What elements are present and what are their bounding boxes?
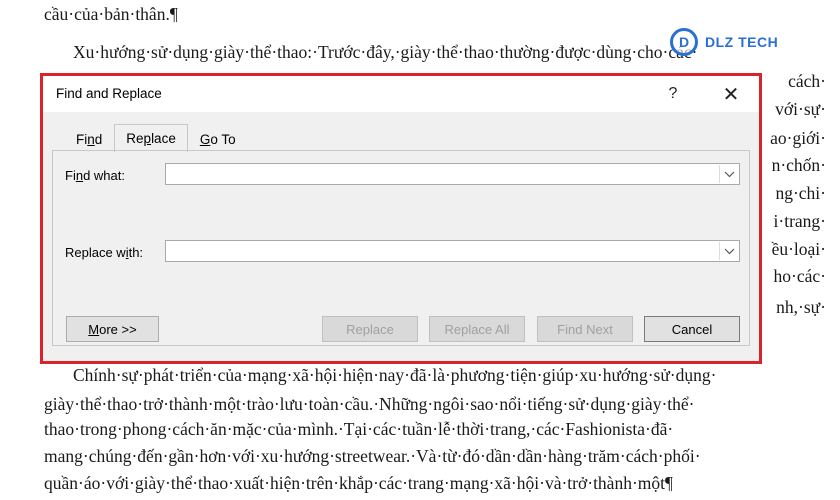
document-line-fragment: i·trang· [773, 211, 826, 231]
tab-find[interactable]: Fi n d [64, 127, 114, 151]
find-what-input[interactable] [166, 164, 719, 184]
document-line: Xu·hướng·sử·dụng·giày·thể·thao:·Trước·đâ… [73, 42, 698, 62]
label-part: Replace w [65, 245, 126, 260]
help-icon: ? [668, 85, 678, 102]
replace-with-label: Replace with: [65, 245, 143, 260]
tab-label-part: o To [210, 132, 236, 147]
label-part: d what: [83, 168, 125, 183]
replace-all-button[interactable]: Replace All [429, 316, 525, 342]
tab-go-to[interactable]: Go To [188, 127, 248, 151]
tab-label-part: Fi [76, 132, 88, 147]
document-line-fragment: n·chốn· [771, 155, 826, 175]
label-part: th: [128, 245, 144, 260]
document-line-fragment: nh,·sự· [776, 297, 826, 317]
cancel-button[interactable]: Cancel [644, 316, 740, 342]
tab-replace[interactable]: Re p lace [114, 124, 188, 152]
logo-icon: D [670, 28, 698, 56]
dialog-title: Find and Replace [56, 86, 162, 101]
dialog-title-bar[interactable]: Find and Replace ? ✕ [43, 76, 759, 112]
tab-accelerator-key: n [87, 132, 95, 147]
document-line-fragment: ều·loại· [771, 239, 826, 259]
replace-with-input[interactable] [166, 241, 719, 261]
close-icon: ✕ [722, 83, 740, 106]
document-line: giày·thể·thao·trở·thành·một·trào·lưu·toà… [44, 394, 695, 414]
find-what-combobox[interactable] [165, 163, 740, 185]
document-line: quần·áo·với·giày·thể·thao·xuất·hiện·trên… [44, 473, 673, 493]
more-button[interactable]: More >> [66, 316, 159, 342]
chevron-down-icon [724, 171, 734, 177]
button-accelerator-key: M [88, 321, 100, 337]
label-part: Fi [65, 168, 76, 183]
tab-accelerator-key: p [143, 131, 152, 146]
document-line-fragment: ng·chi· [775, 183, 826, 203]
document-line-fragment: với·sự· [775, 99, 826, 119]
find-and-replace-dialog: Find and Replace ? ✕ Fi n d Re p lace Go To … [43, 76, 759, 361]
document-line: cầu·của·bản·thân.¶ [44, 4, 178, 24]
replace-with-combobox[interactable] [165, 240, 740, 262]
watermark-logo: D DLZ TECH [670, 24, 830, 60]
watermark-text: DLZ TECH [702, 33, 782, 51]
replace-button[interactable]: Replace [322, 316, 418, 342]
find-what-dropdown-button[interactable] [719, 165, 738, 183]
button-label: ore >> [99, 321, 137, 337]
document-line: mang·chúng·đến·gần·hơn·với·xu·hướng·stre… [44, 446, 701, 466]
close-button[interactable]: ✕ [717, 80, 745, 108]
document-line-fragment: cách· [788, 71, 826, 91]
tab-label-part: lace [151, 131, 176, 146]
tab-accelerator-key: G [199, 132, 211, 147]
document-line: Chính·sự·phát·triển·của·mạng·xã·hội·hiện… [73, 365, 717, 385]
tab-label-part: d [94, 132, 103, 147]
tab-label-part: Re [126, 131, 144, 146]
label-accelerator-key: n [75, 168, 84, 183]
find-what-label: Find what: [65, 168, 125, 183]
help-button[interactable]: ? [659, 80, 687, 108]
chevron-down-icon [724, 248, 734, 254]
replace-with-dropdown-button[interactable] [719, 242, 738, 260]
document-line: thao·trong·phong·cách·ăn·mặc·của·mình.·T… [44, 419, 674, 439]
find-next-button[interactable]: Find Next [537, 316, 633, 342]
document-line-fragment: ho·các· [773, 266, 826, 286]
document-line-fragment: ao·giới· [770, 128, 826, 148]
dialog-tabs: Fi n d Re p lace Go To [64, 123, 248, 152]
